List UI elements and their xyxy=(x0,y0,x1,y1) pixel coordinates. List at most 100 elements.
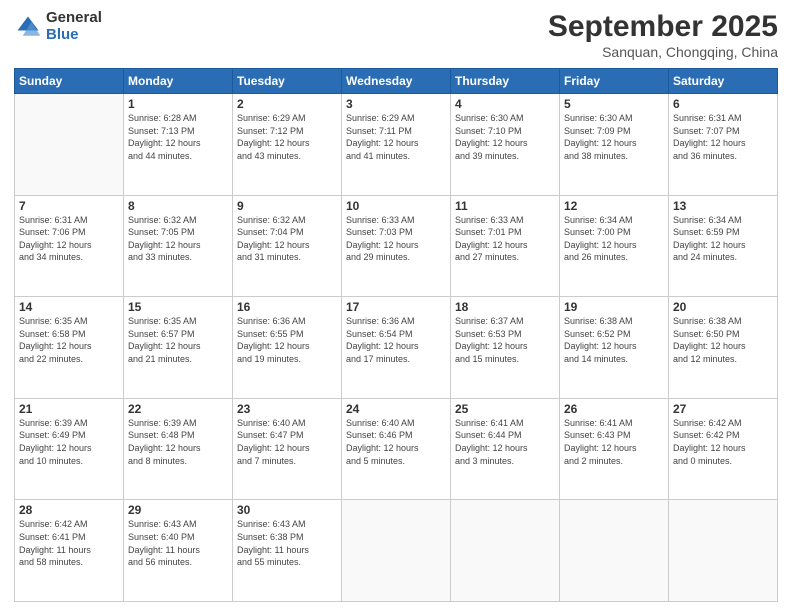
day-info: Sunrise: 6:35 AM Sunset: 6:58 PM Dayligh… xyxy=(19,315,119,365)
table-row: 20Sunrise: 6:38 AM Sunset: 6:50 PM Dayli… xyxy=(669,297,778,399)
day-info: Sunrise: 6:42 AM Sunset: 6:42 PM Dayligh… xyxy=(673,417,773,467)
table-row: 6Sunrise: 6:31 AM Sunset: 7:07 PM Daylig… xyxy=(669,94,778,196)
table-row: 27Sunrise: 6:42 AM Sunset: 6:42 PM Dayli… xyxy=(669,398,778,500)
day-info: Sunrise: 6:36 AM Sunset: 6:55 PM Dayligh… xyxy=(237,315,337,365)
day-info: Sunrise: 6:30 AM Sunset: 7:09 PM Dayligh… xyxy=(564,112,664,162)
calendar-week-row: 1Sunrise: 6:28 AM Sunset: 7:13 PM Daylig… xyxy=(15,94,778,196)
month-title: September 2025 xyxy=(548,10,778,44)
day-info: Sunrise: 6:40 AM Sunset: 6:46 PM Dayligh… xyxy=(346,417,446,467)
day-info: Sunrise: 6:32 AM Sunset: 7:05 PM Dayligh… xyxy=(128,214,228,264)
day-info: Sunrise: 6:31 AM Sunset: 7:07 PM Dayligh… xyxy=(673,112,773,162)
day-number: 21 xyxy=(19,402,119,416)
table-row: 15Sunrise: 6:35 AM Sunset: 6:57 PM Dayli… xyxy=(124,297,233,399)
table-row: 28Sunrise: 6:42 AM Sunset: 6:41 PM Dayli… xyxy=(15,500,124,602)
calendar-table: Sunday Monday Tuesday Wednesday Thursday… xyxy=(14,68,778,602)
day-number: 22 xyxy=(128,402,228,416)
table-row: 22Sunrise: 6:39 AM Sunset: 6:48 PM Dayli… xyxy=(124,398,233,500)
table-row xyxy=(342,500,451,602)
table-row: 17Sunrise: 6:36 AM Sunset: 6:54 PM Dayli… xyxy=(342,297,451,399)
day-number: 5 xyxy=(564,97,664,111)
col-sunday: Sunday xyxy=(15,69,124,94)
header: General Blue September 2025 Sanquan, Cho… xyxy=(14,10,778,60)
day-info: Sunrise: 6:31 AM Sunset: 7:06 PM Dayligh… xyxy=(19,214,119,264)
day-info: Sunrise: 6:36 AM Sunset: 6:54 PM Dayligh… xyxy=(346,315,446,365)
table-row: 8Sunrise: 6:32 AM Sunset: 7:05 PM Daylig… xyxy=(124,195,233,297)
day-number: 8 xyxy=(128,199,228,213)
day-number: 4 xyxy=(455,97,555,111)
day-number: 6 xyxy=(673,97,773,111)
table-row xyxy=(451,500,560,602)
day-number: 14 xyxy=(19,300,119,314)
day-number: 7 xyxy=(19,199,119,213)
table-row: 14Sunrise: 6:35 AM Sunset: 6:58 PM Dayli… xyxy=(15,297,124,399)
calendar-week-row: 21Sunrise: 6:39 AM Sunset: 6:49 PM Dayli… xyxy=(15,398,778,500)
day-number: 27 xyxy=(673,402,773,416)
calendar-week-row: 28Sunrise: 6:42 AM Sunset: 6:41 PM Dayli… xyxy=(15,500,778,602)
day-number: 18 xyxy=(455,300,555,314)
calendar-week-row: 14Sunrise: 6:35 AM Sunset: 6:58 PM Dayli… xyxy=(15,297,778,399)
table-row: 12Sunrise: 6:34 AM Sunset: 7:00 PM Dayli… xyxy=(560,195,669,297)
day-info: Sunrise: 6:28 AM Sunset: 7:13 PM Dayligh… xyxy=(128,112,228,162)
day-number: 13 xyxy=(673,199,773,213)
page: General Blue September 2025 Sanquan, Cho… xyxy=(0,0,792,612)
table-row: 21Sunrise: 6:39 AM Sunset: 6:49 PM Dayli… xyxy=(15,398,124,500)
table-row: 25Sunrise: 6:41 AM Sunset: 6:44 PM Dayli… xyxy=(451,398,560,500)
table-row: 16Sunrise: 6:36 AM Sunset: 6:55 PM Dayli… xyxy=(233,297,342,399)
day-number: 30 xyxy=(237,503,337,517)
table-row: 1Sunrise: 6:28 AM Sunset: 7:13 PM Daylig… xyxy=(124,94,233,196)
day-info: Sunrise: 6:41 AM Sunset: 6:44 PM Dayligh… xyxy=(455,417,555,467)
day-number: 17 xyxy=(346,300,446,314)
day-info: Sunrise: 6:38 AM Sunset: 6:50 PM Dayligh… xyxy=(673,315,773,365)
table-row: 23Sunrise: 6:40 AM Sunset: 6:47 PM Dayli… xyxy=(233,398,342,500)
location-subtitle: Sanquan, Chongqing, China xyxy=(548,44,778,60)
day-info: Sunrise: 6:29 AM Sunset: 7:11 PM Dayligh… xyxy=(346,112,446,162)
day-info: Sunrise: 6:30 AM Sunset: 7:10 PM Dayligh… xyxy=(455,112,555,162)
day-number: 29 xyxy=(128,503,228,517)
title-block: September 2025 Sanquan, Chongqing, China xyxy=(548,10,778,60)
table-row: 10Sunrise: 6:33 AM Sunset: 7:03 PM Dayli… xyxy=(342,195,451,297)
table-row: 13Sunrise: 6:34 AM Sunset: 6:59 PM Dayli… xyxy=(669,195,778,297)
day-info: Sunrise: 6:37 AM Sunset: 6:53 PM Dayligh… xyxy=(455,315,555,365)
table-row xyxy=(15,94,124,196)
day-number: 9 xyxy=(237,199,337,213)
day-number: 16 xyxy=(237,300,337,314)
table-row: 30Sunrise: 6:43 AM Sunset: 6:38 PM Dayli… xyxy=(233,500,342,602)
table-row: 26Sunrise: 6:41 AM Sunset: 6:43 PM Dayli… xyxy=(560,398,669,500)
day-info: Sunrise: 6:40 AM Sunset: 6:47 PM Dayligh… xyxy=(237,417,337,467)
day-number: 10 xyxy=(346,199,446,213)
table-row: 29Sunrise: 6:43 AM Sunset: 6:40 PM Dayli… xyxy=(124,500,233,602)
day-number: 28 xyxy=(19,503,119,517)
day-number: 20 xyxy=(673,300,773,314)
day-info: Sunrise: 6:33 AM Sunset: 7:03 PM Dayligh… xyxy=(346,214,446,264)
calendar-header-row: Sunday Monday Tuesday Wednesday Thursday… xyxy=(15,69,778,94)
col-thursday: Thursday xyxy=(451,69,560,94)
day-number: 12 xyxy=(564,199,664,213)
table-row: 19Sunrise: 6:38 AM Sunset: 6:52 PM Dayli… xyxy=(560,297,669,399)
day-info: Sunrise: 6:39 AM Sunset: 6:48 PM Dayligh… xyxy=(128,417,228,467)
table-row: 3Sunrise: 6:29 AM Sunset: 7:11 PM Daylig… xyxy=(342,94,451,196)
day-number: 11 xyxy=(455,199,555,213)
col-monday: Monday xyxy=(124,69,233,94)
day-number: 15 xyxy=(128,300,228,314)
col-tuesday: Tuesday xyxy=(233,69,342,94)
logo-icon xyxy=(14,13,42,41)
logo-general: General xyxy=(46,10,102,27)
day-info: Sunrise: 6:29 AM Sunset: 7:12 PM Dayligh… xyxy=(237,112,337,162)
day-info: Sunrise: 6:33 AM Sunset: 7:01 PM Dayligh… xyxy=(455,214,555,264)
day-info: Sunrise: 6:43 AM Sunset: 6:40 PM Dayligh… xyxy=(128,518,228,568)
day-number: 25 xyxy=(455,402,555,416)
table-row: 9Sunrise: 6:32 AM Sunset: 7:04 PM Daylig… xyxy=(233,195,342,297)
table-row: 11Sunrise: 6:33 AM Sunset: 7:01 PM Dayli… xyxy=(451,195,560,297)
day-number: 26 xyxy=(564,402,664,416)
table-row xyxy=(560,500,669,602)
day-number: 23 xyxy=(237,402,337,416)
calendar-week-row: 7Sunrise: 6:31 AM Sunset: 7:06 PM Daylig… xyxy=(15,195,778,297)
day-info: Sunrise: 6:34 AM Sunset: 7:00 PM Dayligh… xyxy=(564,214,664,264)
col-saturday: Saturday xyxy=(669,69,778,94)
day-info: Sunrise: 6:41 AM Sunset: 6:43 PM Dayligh… xyxy=(564,417,664,467)
table-row: 5Sunrise: 6:30 AM Sunset: 7:09 PM Daylig… xyxy=(560,94,669,196)
col-friday: Friday xyxy=(560,69,669,94)
day-info: Sunrise: 6:39 AM Sunset: 6:49 PM Dayligh… xyxy=(19,417,119,467)
table-row: 7Sunrise: 6:31 AM Sunset: 7:06 PM Daylig… xyxy=(15,195,124,297)
day-info: Sunrise: 6:35 AM Sunset: 6:57 PM Dayligh… xyxy=(128,315,228,365)
